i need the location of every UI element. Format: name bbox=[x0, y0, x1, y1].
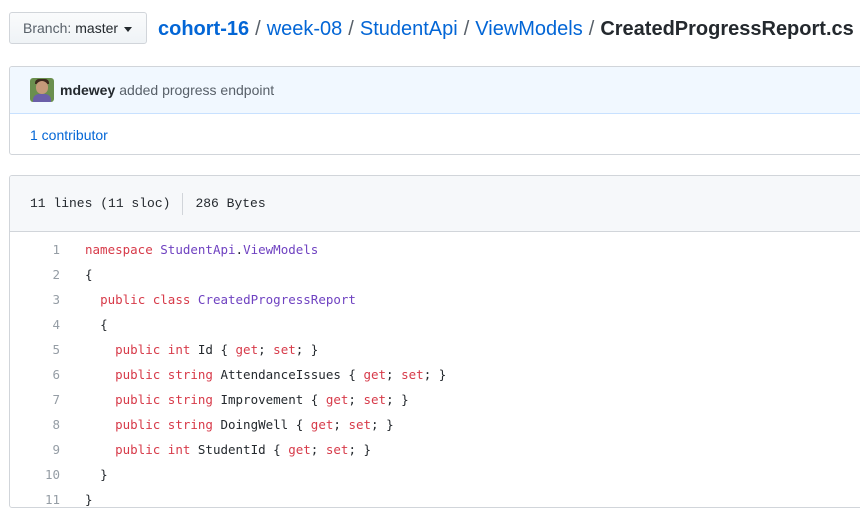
line-number[interactable]: 4 bbox=[10, 317, 60, 332]
avatar[interactable] bbox=[30, 78, 54, 102]
divider bbox=[182, 192, 184, 215]
breadcrumb-link-viewmodels[interactable]: ViewModels bbox=[475, 18, 582, 40]
code-line: 4 { bbox=[10, 312, 860, 337]
breadcrumb-separator: / bbox=[463, 18, 470, 40]
line-number[interactable]: 1 bbox=[10, 242, 60, 257]
breadcrumb-separator: / bbox=[348, 18, 354, 40]
code-content: namespace StudentApi.ViewModels bbox=[85, 242, 319, 257]
line-number[interactable]: 2 bbox=[10, 267, 60, 282]
code-line: 7 public string Improvement { get; set; … bbox=[10, 387, 860, 412]
line-number[interactable]: 7 bbox=[10, 392, 60, 407]
file-line-count: 11 lines (11 sloc) bbox=[30, 196, 171, 211]
code-content: public string AttendanceIssues { get; se… bbox=[115, 367, 447, 382]
code-content: } bbox=[100, 467, 108, 482]
breadcrumb-link-studentapi[interactable]: StudentApi bbox=[360, 18, 458, 40]
commit-info-box: mdewey added progress endpoint 1 contrib… bbox=[9, 66, 860, 155]
code-content: public string Improvement { get; set; } bbox=[115, 392, 409, 407]
breadcrumb-separator: / bbox=[588, 18, 595, 40]
code-content: public int Id { get; set; } bbox=[115, 342, 319, 357]
branch-select-button[interactable]: Branch: master bbox=[9, 12, 147, 44]
code-line: 3 public class CreatedProgressReport bbox=[10, 287, 860, 312]
code-line: 11} bbox=[10, 487, 860, 507]
commit-author-link[interactable]: mdewey bbox=[60, 82, 115, 98]
contributors-row: 1 contributor bbox=[10, 114, 860, 154]
breadcrumb-separator: / bbox=[255, 18, 261, 40]
latest-commit-bar: mdewey added progress endpoint bbox=[10, 67, 860, 114]
code-content: } bbox=[85, 492, 93, 507]
code-line: 8 public string DoingWell { get; set; } bbox=[10, 412, 860, 437]
code-content: { bbox=[85, 267, 93, 282]
line-number[interactable]: 8 bbox=[10, 417, 60, 432]
code-line: 6 public string AttendanceIssues { get; … bbox=[10, 362, 860, 387]
commit-message-link[interactable]: added progress endpoint bbox=[119, 82, 274, 98]
code-content: { bbox=[100, 317, 108, 332]
breadcrumb-repo-link[interactable]: cohort-16 bbox=[158, 18, 249, 40]
line-number[interactable]: 5 bbox=[10, 342, 60, 357]
code-line: 9 public int StudentId { get; set; } bbox=[10, 437, 860, 462]
caret-down-icon bbox=[124, 26, 133, 32]
code-content: public int StudentId { get; set; } bbox=[115, 442, 372, 457]
breadcrumb: cohort-16/week-08/StudentApi / ViewModels /… bbox=[158, 15, 854, 43]
code-content: public string DoingWell { get; set; } bbox=[115, 417, 394, 432]
code-line: 5 public int Id { get; set; } bbox=[10, 337, 860, 362]
file-viewer: 11 lines (11 sloc) 286 Bytes 1 namespace … bbox=[9, 175, 860, 508]
line-number[interactable]: 3 bbox=[10, 292, 60, 307]
code-line: 2{ bbox=[10, 262, 860, 287]
code-line: 1 namespace StudentApi.ViewModels bbox=[10, 237, 860, 262]
line-number[interactable]: 11 bbox=[10, 492, 60, 507]
branch-prefix: Branch: bbox=[23, 20, 72, 36]
line-number[interactable]: 6 bbox=[10, 367, 60, 382]
code-line: 10 } bbox=[10, 462, 860, 487]
file-size: 286 Bytes bbox=[195, 196, 266, 211]
code-content: public class CreatedProgressReport bbox=[100, 292, 356, 307]
contributors-link[interactable]: 1 contributor bbox=[30, 127, 108, 143]
branch-name: master bbox=[75, 20, 119, 36]
code-view: 1 namespace StudentApi.ViewModels 2{3 publ… bbox=[10, 232, 860, 507]
line-number[interactable]: 9 bbox=[10, 442, 60, 457]
file-header: 11 lines (11 sloc) 286 Bytes bbox=[10, 176, 860, 232]
line-number[interactable]: 10 bbox=[10, 467, 60, 482]
breadcrumb-link-week[interactable]: week-08 bbox=[267, 18, 343, 40]
breadcrumb-file-name: CreatedProgressReport.cs bbox=[600, 18, 854, 40]
